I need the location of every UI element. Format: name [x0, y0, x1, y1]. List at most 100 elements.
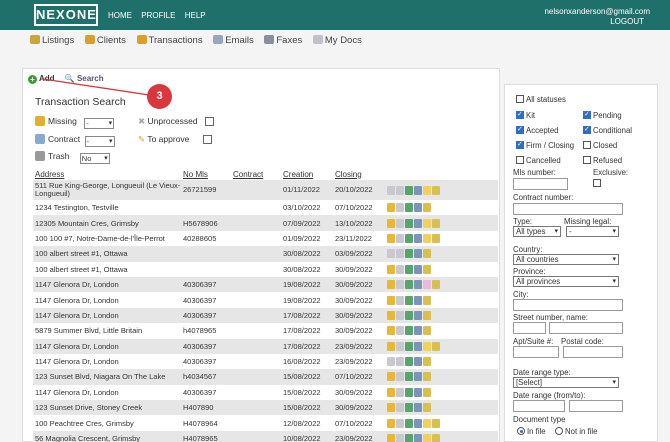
cell-address[interactable]: 100 albert street #1, Ottawa: [33, 262, 181, 277]
type-select[interactable]: All types: [513, 226, 561, 237]
print-icon[interactable]: [414, 233, 422, 243]
document-icon[interactable]: [396, 310, 404, 320]
print-icon[interactable]: [414, 203, 422, 213]
accepted-option[interactable]: Accepted: [516, 125, 559, 135]
table-row[interactable]: 5879 Summer Blvd, Little Britain h4078965…: [33, 323, 498, 338]
cancelled-checkbox[interactable]: [516, 156, 524, 164]
to-approve-checkbox[interactable]: [203, 135, 213, 144]
cell-address[interactable]: 511 Rue King-George, Longueuil (Le Vieux…: [33, 180, 181, 200]
cell-address[interactable]: 100 Peachtree Cres, Grimsby: [33, 415, 181, 430]
sign-icon[interactable]: [423, 387, 431, 397]
print-icon[interactable]: [414, 249, 422, 259]
cell-address[interactable]: 12305 Mountain Cres, Grimsby: [33, 215, 181, 231]
send-icon[interactable]: [405, 233, 413, 243]
refused-checkbox[interactable]: [583, 156, 591, 164]
firm-closing-checkbox[interactable]: [516, 140, 524, 149]
table-row[interactable]: 1147 Glenora Dr, London 40306397 17/08/202…: [33, 307, 498, 324]
cell-address[interactable]: 123 Sunset Blvd, Niagara On The Lake: [33, 369, 181, 385]
conditional-option[interactable]: Conditional: [583, 125, 632, 135]
cell-address[interactable]: 123 Sunset Drive, Stoney Creek: [33, 400, 181, 416]
kit-checkbox[interactable]: [516, 110, 524, 119]
print-icon[interactable]: [414, 280, 422, 290]
send-icon[interactable]: [405, 280, 413, 290]
country-select[interactable]: All countries: [513, 254, 619, 265]
postal-input[interactable]: [563, 346, 623, 358]
folder-icon[interactable]: [387, 403, 395, 413]
cancelled-option[interactable]: Cancelled: [516, 156, 561, 165]
folder-icon[interactable]: [387, 295, 395, 305]
city-input[interactable]: [513, 299, 623, 311]
in-file-radio[interactable]: [517, 427, 525, 435]
print-icon[interactable]: [414, 295, 422, 305]
folder-icon[interactable]: [387, 218, 395, 228]
sign-icon[interactable]: [432, 233, 440, 243]
sign-icon[interactable]: [423, 326, 431, 336]
send-icon[interactable]: [405, 341, 413, 351]
send-icon[interactable]: [405, 185, 413, 195]
document-icon[interactable]: [396, 341, 404, 351]
brand-logo[interactable]: NEXONE: [34, 4, 98, 26]
print-icon[interactable]: [414, 357, 422, 367]
document-icon[interactable]: [396, 203, 404, 213]
accepted-checkbox[interactable]: [516, 125, 524, 134]
table-row[interactable]: 56 Magnolia Crescent, Grimsby H4078965 10/…: [33, 430, 498, 442]
topnav-home[interactable]: HOME: [108, 11, 132, 20]
send-icon[interactable]: [405, 418, 413, 428]
not-in-file-radio[interactable]: [555, 427, 563, 435]
col-closing[interactable]: Closing: [333, 168, 385, 180]
table-row[interactable]: 1234 Testington, Testville 03/10/2022 07/1…: [33, 200, 498, 215]
document-icon[interactable]: [387, 185, 395, 195]
sign-icon[interactable]: [432, 218, 440, 228]
table-row[interactable]: 511 Rue King-George, Longueuil (Le Vieux…: [33, 180, 498, 200]
print-icon[interactable]: [414, 387, 422, 397]
folder-icon[interactable]: [387, 418, 395, 428]
send-icon[interactable]: [405, 434, 413, 442]
mls-number-input[interactable]: [513, 178, 568, 190]
send-icon[interactable]: [405, 203, 413, 213]
firm-closing-option[interactable]: Firm / Closing: [516, 140, 574, 150]
document-icon[interactable]: [396, 326, 404, 336]
cell-address[interactable]: 1147 Glenora Dr, London: [33, 307, 181, 324]
street-number-input[interactable]: [513, 322, 546, 334]
user-email[interactable]: nelsonxanderson@gmail.com: [544, 7, 650, 16]
province-select[interactable]: All provinces: [513, 276, 619, 287]
trash-select[interactable]: No: [79, 153, 110, 164]
sign-icon[interactable]: [432, 280, 440, 290]
closed-checkbox[interactable]: [583, 141, 591, 149]
col-no-mls[interactable]: No Mls: [181, 168, 231, 180]
table-row[interactable]: 12305 Mountain Cres, Grimsby H5678906 07/0…: [33, 215, 498, 231]
document-icon[interactable]: [396, 218, 404, 228]
document-icon[interactable]: [396, 372, 404, 382]
document-icon[interactable]: [396, 434, 404, 442]
send-icon[interactable]: [405, 218, 413, 228]
send-icon[interactable]: [405, 249, 413, 259]
document-icon[interactable]: [396, 264, 404, 274]
col-address[interactable]: Address: [33, 168, 181, 180]
print-icon[interactable]: [414, 326, 422, 336]
sign-icon[interactable]: [423, 295, 431, 305]
document-icon[interactable]: [396, 418, 404, 428]
send-icon[interactable]: [405, 295, 413, 305]
cell-address[interactable]: 56 Magnolia Crescent, Grimsby: [33, 430, 181, 442]
table-row[interactable]: 1147 Glenora Dr, London 40306397 16/08/202…: [33, 354, 498, 369]
edit-icon[interactable]: [423, 418, 431, 428]
table-row[interactable]: 100 Peachtree Cres, Grimsby H4078964 12/08…: [33, 415, 498, 430]
all-statuses-checkbox[interactable]: [516, 95, 524, 103]
send-icon[interactable]: [405, 326, 413, 336]
sign-icon[interactable]: [423, 249, 431, 259]
nav-clients[interactable]: Clients: [84, 35, 126, 46]
print-icon[interactable]: [414, 310, 422, 320]
table-row[interactable]: 100 albert street #1, Ottawa 30/08/2022 03…: [33, 246, 498, 262]
date-to-input[interactable]: [569, 400, 623, 412]
folder-icon[interactable]: [387, 372, 395, 382]
table-row[interactable]: 100 albert street #1, Ottawa 30/08/2022 30…: [33, 262, 498, 277]
sign-icon[interactable]: [423, 357, 431, 367]
sign-icon[interactable]: [432, 185, 440, 195]
print-icon[interactable]: [414, 341, 422, 351]
print-icon[interactable]: [414, 264, 422, 274]
document-icon[interactable]: [387, 357, 395, 367]
table-row[interactable]: 1147 Glenora Dr, London 40306397 19/08/202…: [33, 292, 498, 307]
folder-icon[interactable]: [387, 341, 395, 351]
document-icon[interactable]: [396, 185, 404, 195]
col-contract[interactable]: Contract: [231, 168, 281, 180]
